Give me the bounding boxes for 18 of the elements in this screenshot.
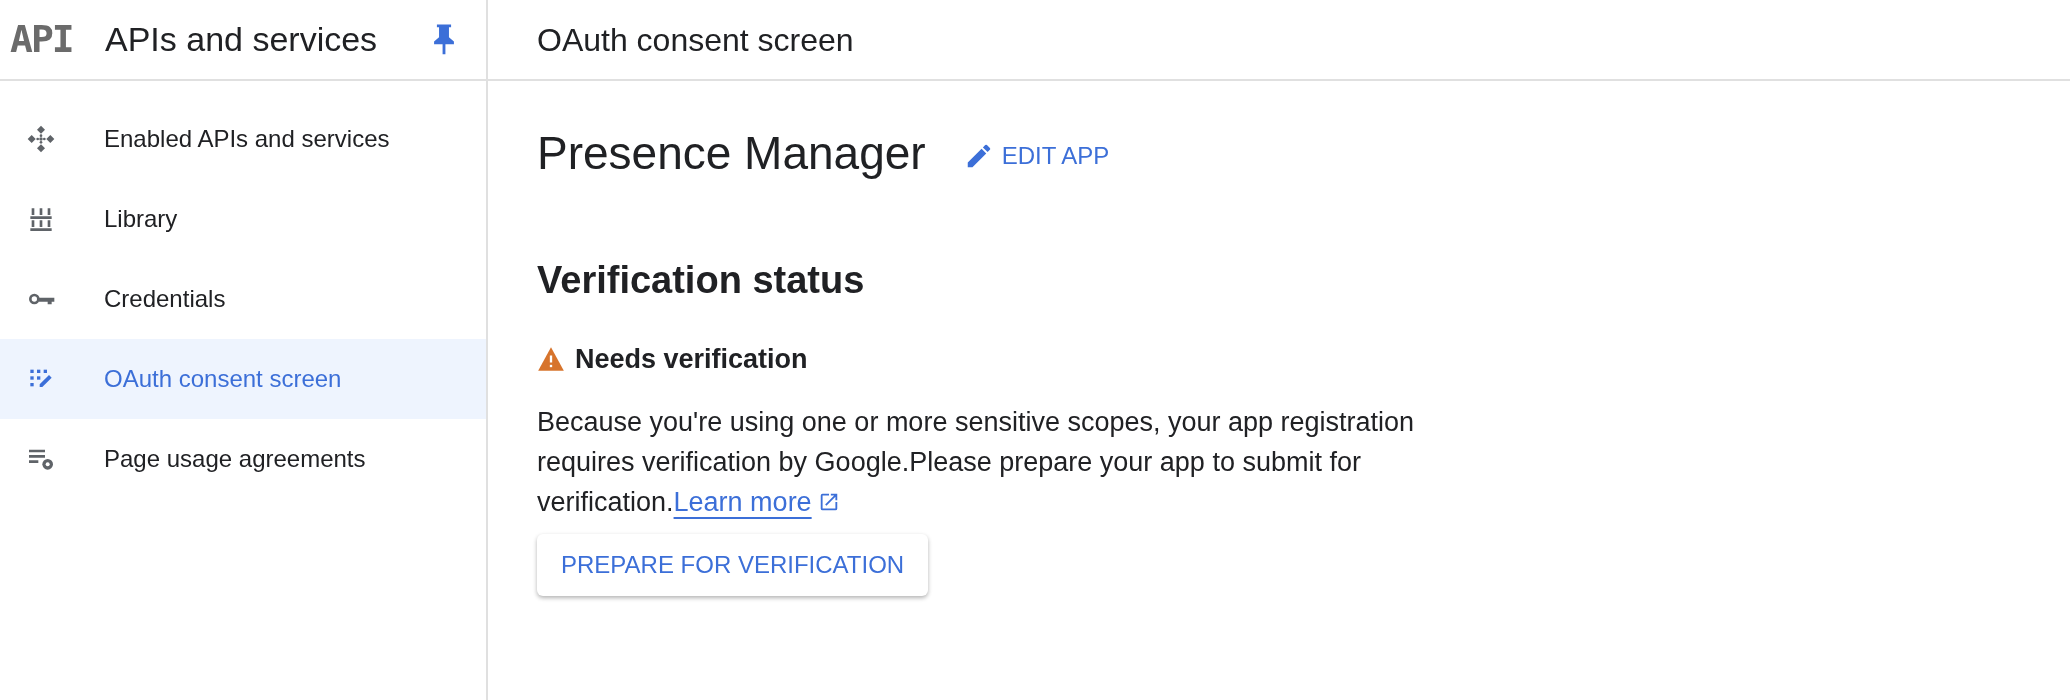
status-label: Needs verification: [575, 343, 808, 376]
prepare-verification-button[interactable]: PREPARE FOR VERIFICATION: [537, 533, 929, 596]
app-name: Presence Manager: [537, 126, 926, 181]
sidebar-item[interactable]: OAuth consent screen: [0, 339, 486, 419]
page-title: OAuth consent screen: [537, 20, 854, 60]
sidebar-item[interactable]: Library: [0, 179, 486, 259]
pin-icon[interactable]: [432, 22, 456, 57]
verification-message: Because you're using one or more sensitive scopes, your app registration requires verification by Google.Please prepare your app to submit for verification.Learn more: [537, 405, 1416, 519]
edit-app-button[interactable]: EDIT APP: [963, 133, 1110, 174]
api-logo: API: [10, 16, 74, 63]
warning-icon: [537, 346, 565, 373]
diamonds-icon: [25, 123, 57, 155]
sidebar-item[interactable]: Credentials: [0, 259, 486, 339]
learn-more-link[interactable]: Learn more: [673, 486, 812, 517]
sidebar-item[interactable]: Enabled APIs and services: [0, 99, 486, 179]
sidebar-item[interactable]: Page usage agreements: [0, 419, 486, 499]
section-heading: Verification status: [537, 258, 866, 303]
sidebar-title: APIs and services: [105, 19, 379, 60]
